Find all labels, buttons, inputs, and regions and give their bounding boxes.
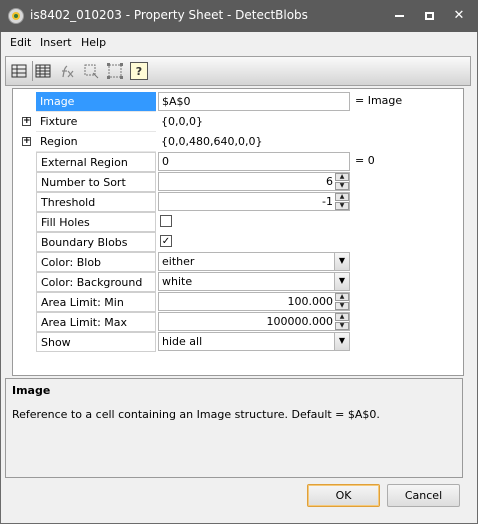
window-title: is8402_010203 - Property Sheet - DetectB… bbox=[30, 8, 308, 22]
menu-edit[interactable]: Edit bbox=[10, 36, 31, 49]
region-box-icon[interactable] bbox=[106, 62, 124, 80]
show-select[interactable]: hide all bbox=[158, 332, 350, 351]
external-region-result-note: = 0 bbox=[355, 154, 375, 167]
property-row-region: + Region {0,0,480,640,0,0} bbox=[13, 132, 463, 152]
property-row-area-limit-min: Area Limit: Min 100.000 ▲ ▼ bbox=[13, 292, 463, 312]
expand-region-icon[interactable]: + bbox=[22, 137, 31, 146]
toolbar: ? bbox=[5, 56, 471, 86]
property-row-number-to-sort: Number to Sort 6 ▲ ▼ bbox=[13, 172, 463, 192]
menu-help[interactable]: Help bbox=[81, 36, 106, 49]
property-row-area-limit-max: Area Limit: Max 100000.000 ▲ ▼ bbox=[13, 312, 463, 332]
property-label-external-region: External Region bbox=[36, 152, 156, 172]
spin-up-icon[interactable]: ▲ bbox=[335, 193, 349, 201]
color-blob-select[interactable]: either bbox=[158, 252, 350, 271]
spin-down-icon[interactable]: ▼ bbox=[335, 182, 349, 190]
property-row-show: Show hide all ▼ bbox=[13, 332, 463, 352]
description-title: Image bbox=[12, 384, 51, 397]
threshold-stepper: ▲ ▼ bbox=[335, 193, 349, 210]
minimize-button[interactable] bbox=[384, 0, 414, 32]
fixture-value: {0,0,0} bbox=[161, 115, 203, 128]
chevron-down-icon[interactable]: ▼ bbox=[334, 333, 349, 350]
table-insert-icon[interactable] bbox=[10, 62, 28, 80]
area-limit-min-input[interactable]: 100.000 bbox=[158, 292, 350, 311]
area-limit-max-input[interactable]: 100000.000 bbox=[158, 312, 350, 331]
chevron-down-icon[interactable]: ▼ bbox=[334, 253, 349, 270]
help-icon[interactable]: ? bbox=[130, 62, 148, 80]
region-icon[interactable] bbox=[82, 62, 100, 80]
region-value: {0,0,480,640,0,0} bbox=[161, 135, 263, 148]
grid-icon[interactable] bbox=[34, 62, 52, 80]
external-region-input[interactable]: 0 bbox=[158, 152, 350, 171]
toolbar-separator bbox=[32, 61, 33, 81]
app-icon bbox=[8, 8, 24, 24]
fx-icon[interactable] bbox=[58, 62, 76, 80]
property-grid: Image $A$0 = Image + Fixture {0,0,0} + R… bbox=[12, 88, 464, 376]
number-to-sort-stepper: ▲ ▼ bbox=[335, 173, 349, 190]
area-limit-max-stepper: ▲ ▼ bbox=[335, 313, 349, 330]
property-label-color-blob: Color: Blob bbox=[36, 252, 156, 272]
cancel-button[interactable]: Cancel bbox=[387, 484, 460, 507]
property-label-image[interactable]: Image bbox=[36, 92, 156, 112]
property-label-area-limit-min: Area Limit: Min bbox=[36, 292, 156, 312]
close-button[interactable]: ✕ bbox=[444, 0, 474, 32]
spin-down-icon[interactable]: ▼ bbox=[335, 302, 349, 310]
property-label-color-background: Color: Background bbox=[36, 272, 156, 292]
description-text: Reference to a cell containing an Image … bbox=[12, 408, 380, 421]
property-row-fill-holes: Fill Holes bbox=[13, 212, 463, 232]
spin-up-icon[interactable]: ▲ bbox=[335, 313, 349, 321]
property-row-color-blob: Color: Blob either ▼ bbox=[13, 252, 463, 272]
close-icon: ✕ bbox=[453, 8, 465, 23]
property-label-number-to-sort: Number to Sort bbox=[36, 172, 156, 192]
expand-fixture-icon[interactable]: + bbox=[22, 117, 31, 126]
area-limit-min-stepper: ▲ ▼ bbox=[335, 293, 349, 310]
property-label-area-limit-max: Area Limit: Max bbox=[36, 312, 156, 332]
maximize-icon bbox=[424, 12, 434, 20]
property-label-fixture: Fixture bbox=[36, 112, 156, 132]
spin-up-icon[interactable]: ▲ bbox=[335, 293, 349, 301]
color-background-select[interactable]: white bbox=[158, 272, 350, 291]
title-bar[interactable]: is8402_010203 - Property Sheet - DetectB… bbox=[0, 0, 478, 32]
property-row-color-background: Color: Background white ▼ bbox=[13, 272, 463, 292]
property-row-image: Image $A$0 = Image bbox=[13, 92, 463, 112]
description-panel: Image Reference to a cell containing an … bbox=[5, 378, 463, 478]
image-input[interactable]: $A$0 bbox=[158, 92, 350, 111]
property-row-boundary-blobs: Boundary Blobs ✓ bbox=[13, 232, 463, 252]
property-row-fixture: + Fixture {0,0,0} bbox=[13, 112, 463, 132]
menu-bar: Edit Insert Help bbox=[1, 32, 477, 54]
image-result-note: = Image bbox=[355, 94, 403, 107]
spin-down-icon[interactable]: ▼ bbox=[335, 202, 349, 210]
property-label-boundary-blobs: Boundary Blobs bbox=[36, 232, 156, 252]
spin-down-icon[interactable]: ▼ bbox=[335, 322, 349, 330]
boundary-blobs-checkbox[interactable]: ✓ bbox=[160, 235, 172, 247]
property-label-region: Region bbox=[36, 132, 156, 152]
number-to-sort-input[interactable]: 6 bbox=[158, 172, 350, 191]
property-label-show: Show bbox=[36, 332, 156, 352]
menu-insert[interactable]: Insert bbox=[40, 36, 72, 49]
property-row-external-region: External Region 0 = 0 bbox=[13, 152, 463, 172]
property-label-fill-holes: Fill Holes bbox=[36, 212, 156, 232]
property-row-threshold: Threshold -1 ▲ ▼ bbox=[13, 192, 463, 212]
maximize-button[interactable] bbox=[414, 0, 444, 32]
dialog-client-area: Edit Insert Help ? Image $A$0 = Image + … bbox=[1, 32, 477, 523]
fill-holes-checkbox[interactable] bbox=[160, 215, 172, 227]
ok-button[interactable]: OK bbox=[307, 484, 380, 507]
threshold-input[interactable]: -1 bbox=[158, 192, 350, 211]
spin-up-icon[interactable]: ▲ bbox=[335, 173, 349, 181]
minimize-icon bbox=[394, 15, 404, 17]
chevron-down-icon[interactable]: ▼ bbox=[334, 273, 349, 290]
property-label-threshold: Threshold bbox=[36, 192, 156, 212]
